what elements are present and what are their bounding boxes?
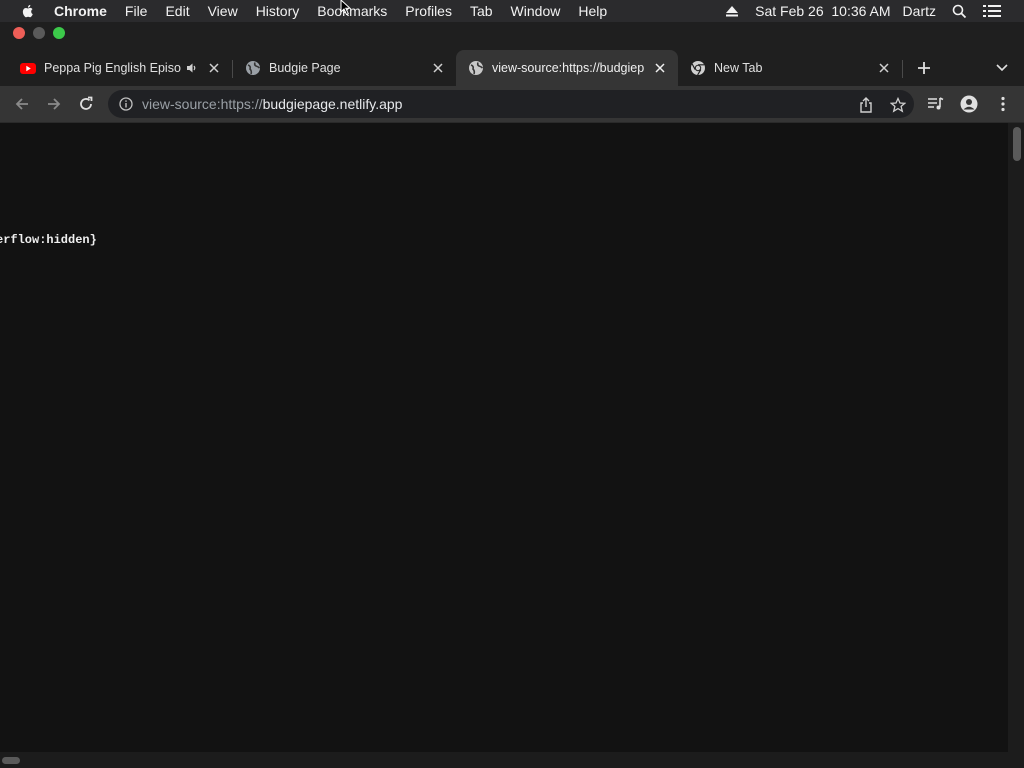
url-prefix: view-source:https:// <box>142 96 263 112</box>
tab-budgie-page[interactable]: Budgie Page <box>225 50 456 86</box>
menubar-user[interactable]: Dartz <box>903 3 936 19</box>
mouse-cursor-icon <box>340 0 352 16</box>
address-bar[interactable]: view-source:https://budgiepage.netlify.a… <box>108 90 914 118</box>
menu-app-chrome[interactable]: Chrome <box>54 0 116 22</box>
tab-title: Budgie Page <box>269 61 341 75</box>
tab-view-source[interactable]: view-source:https://budgiep <box>456 50 678 86</box>
vertical-scrollbar[interactable] <box>1008 123 1024 752</box>
share-button[interactable] <box>857 96 875 114</box>
tab-close-icon[interactable] <box>876 60 892 76</box>
control-center-icon[interactable] <box>982 4 1002 18</box>
back-button[interactable] <box>12 94 32 114</box>
menu-window[interactable]: Window <box>502 0 570 22</box>
new-tab-button[interactable] <box>914 58 934 78</box>
tab-title: New Tab <box>714 61 763 75</box>
tab-separator <box>902 60 903 78</box>
menu-view[interactable]: View <box>199 0 247 22</box>
menubar-clock[interactable]: Sat Feb 26 10:36 AM <box>755 3 890 19</box>
tab-strip: Peppa Pig English Episo Budgie Page view… <box>0 44 1024 86</box>
menu-history[interactable]: History <box>247 0 309 22</box>
window-minimize-button[interactable] <box>33 27 45 39</box>
source-code-line: erflow:hidden} <box>0 233 97 247</box>
tab-new-tab[interactable]: New Tab <box>670 50 902 86</box>
window-zoom-button[interactable] <box>53 27 65 39</box>
speaker-icon[interactable] <box>184 60 200 76</box>
chrome-menu-button[interactable] <box>993 94 1013 114</box>
media-controls-button[interactable] <box>926 94 946 114</box>
globe-icon <box>246 61 261 75</box>
macos-menu-bar: Chrome File Edit View History Bookmarks … <box>0 0 1024 22</box>
arrow-right-icon <box>48 98 61 110</box>
menu-tab[interactable]: Tab <box>461 0 502 22</box>
menu-edit[interactable]: Edit <box>156 0 198 22</box>
profile-button[interactable] <box>959 94 979 114</box>
url-host: budgiepage.netlify.app <box>262 96 403 112</box>
share-icon <box>860 97 872 113</box>
window-close-button[interactable] <box>13 27 25 39</box>
chrome-icon <box>691 61 705 76</box>
tab-title: Peppa Pig English Episo <box>44 61 181 75</box>
tab-close-icon[interactable] <box>652 60 668 76</box>
menu-bookmarks[interactable]: Bookmarks <box>308 0 396 22</box>
media-queue-icon <box>928 97 944 110</box>
vertical-scrollbar-thumb[interactable] <box>1013 127 1021 161</box>
reload-button[interactable] <box>76 94 96 114</box>
tab-close-icon[interactable] <box>206 60 222 76</box>
tab-peppa-pig[interactable]: Peppa Pig English Episo <box>0 50 232 86</box>
chevron-down-icon <box>996 64 1008 72</box>
address-bar-url[interactable]: view-source:https://budgiepage.netlify.a… <box>142 96 402 112</box>
tab-search-button[interactable] <box>992 58 1012 78</box>
globe-icon <box>469 61 484 75</box>
tab-title: view-source:https://budgiep <box>492 61 645 75</box>
horizontal-scrollbar-thumb[interactable] <box>2 757 20 764</box>
menu-file[interactable]: File <box>116 0 157 22</box>
bookmark-star-button[interactable] <box>889 96 907 114</box>
eject-icon[interactable] <box>723 5 741 17</box>
window-title-bar <box>0 22 1024 44</box>
kebab-menu-icon <box>1001 96 1005 112</box>
plus-icon <box>918 62 930 74</box>
menu-help[interactable]: Help <box>569 0 616 22</box>
apple-icon[interactable] <box>20 3 36 19</box>
info-icon[interactable] <box>119 97 133 111</box>
spotlight-search-icon[interactable] <box>950 4 968 19</box>
page-content: erflow:hidden} <box>0 123 1008 752</box>
reload-icon <box>80 96 93 110</box>
horizontal-scrollbar[interactable] <box>0 752 1024 768</box>
youtube-icon <box>20 63 36 74</box>
avatar-icon <box>960 95 978 113</box>
arrow-left-icon <box>15 98 28 110</box>
browser-toolbar: view-source:https://budgiepage.netlify.a… <box>0 86 1024 123</box>
tab-close-icon[interactable] <box>430 60 446 76</box>
star-icon <box>890 97 906 113</box>
forward-button[interactable] <box>44 94 64 114</box>
menu-profiles[interactable]: Profiles <box>396 0 461 22</box>
